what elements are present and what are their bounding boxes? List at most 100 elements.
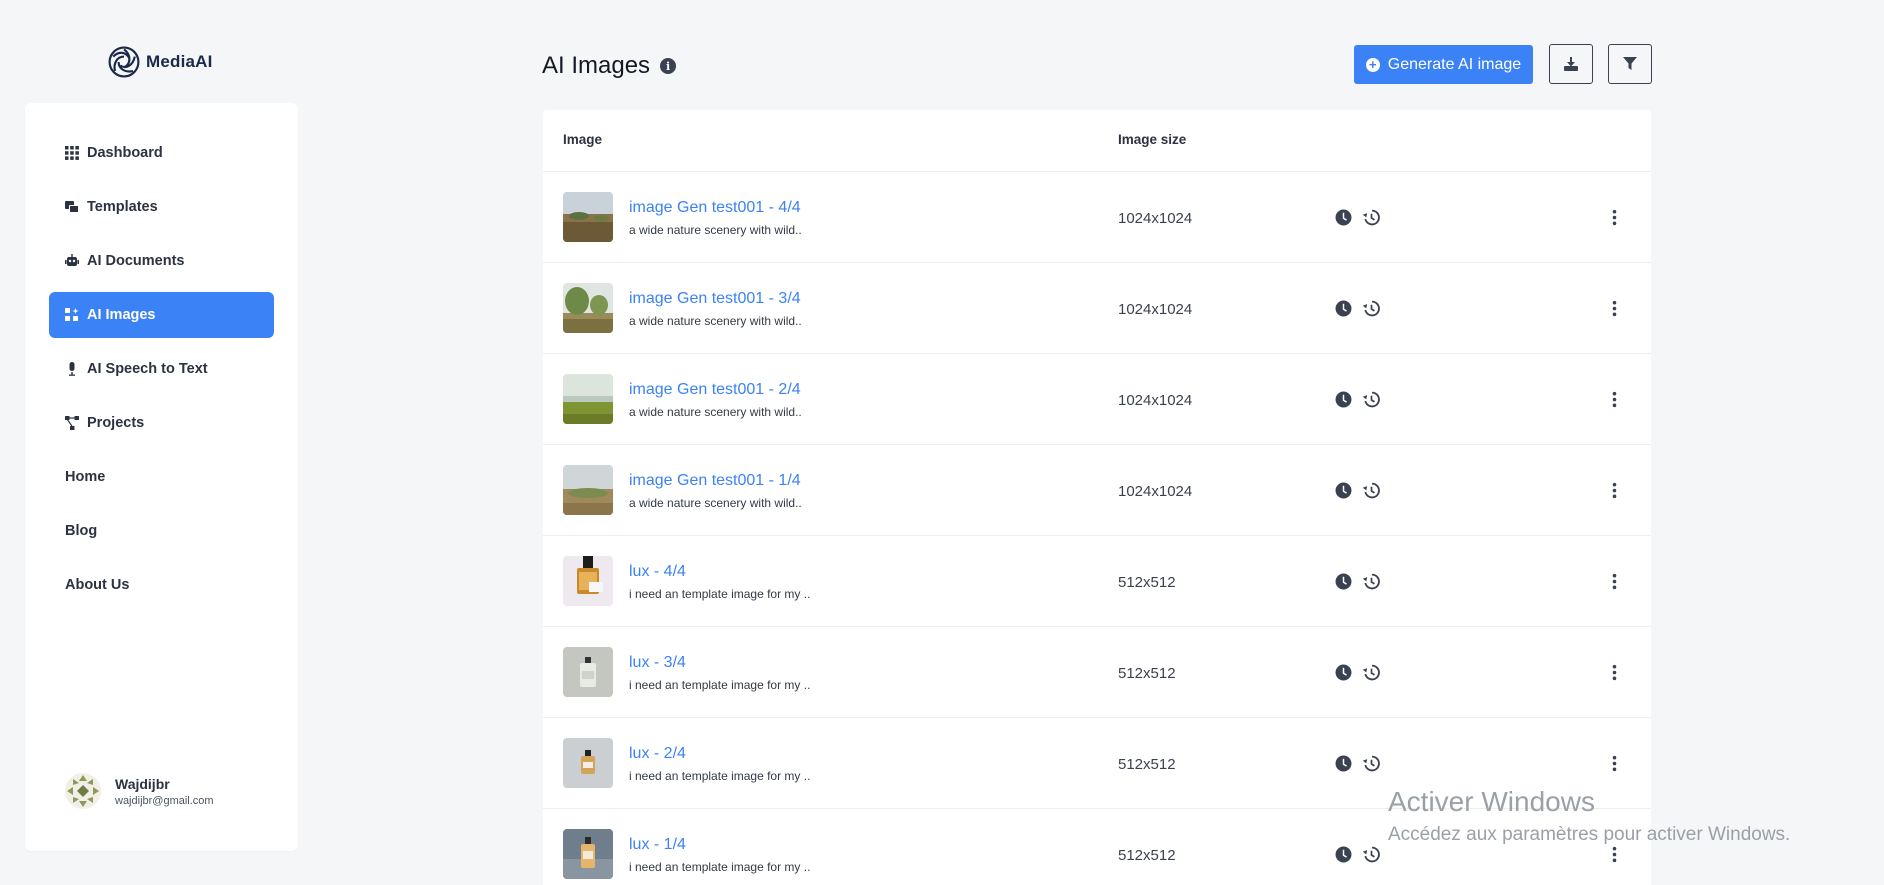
table-row[interactable]: image Gen test001 - 2/4 a wide nature sce… — [543, 354, 1651, 445]
clock-icon[interactable] — [1335, 300, 1352, 317]
more-options-icon[interactable] — [1606, 300, 1623, 317]
sidebar-item-label: Dashboard — [87, 145, 163, 161]
table-row[interactable]: image Gen test001 - 1/4 a wide nature sce… — [543, 445, 1651, 536]
page-title-text: AI Images — [542, 52, 651, 79]
history-icon[interactable] — [1362, 755, 1380, 772]
history-icon[interactable] — [1362, 846, 1380, 863]
plus-circle-icon: + — [1365, 57, 1380, 72]
sidebar-item-label: Blog — [65, 523, 98, 539]
clock-icon[interactable] — [1335, 573, 1352, 590]
sidebar-item-label: Projects — [87, 415, 145, 431]
image-title-link[interactable]: lux - 3/4 — [629, 654, 686, 672]
info-icon[interactable]: i — [660, 58, 677, 74]
image-thumbnail[interactable] — [563, 556, 613, 606]
user-email: wajdijbr@gmail.com — [115, 794, 214, 807]
history-icon[interactable] — [1362, 300, 1380, 317]
microphone-icon — [65, 362, 79, 376]
more-options-icon[interactable] — [1606, 755, 1623, 772]
sidebar-item-label: About Us — [65, 577, 130, 593]
history-icon[interactable] — [1362, 391, 1380, 408]
table-row[interactable]: image Gen test001 - 3/4 a wide nature sce… — [543, 263, 1651, 354]
image-thumbnail[interactable] — [563, 283, 613, 333]
image-thumbnail[interactable] — [563, 192, 613, 242]
image-title-link[interactable]: lux - 1/4 — [629, 836, 686, 854]
sidebar-item-templates[interactable]: Templates — [49, 184, 274, 230]
sidebar-item-ai-images[interactable]: AI Images — [49, 292, 274, 338]
table-row[interactable]: lux - 1/4 i need an template image for my… — [543, 809, 1651, 885]
more-options-icon[interactable] — [1606, 209, 1623, 226]
windows-activation-title: Activer Windows — [1388, 786, 1595, 817]
user-name: Wajdijbr — [115, 775, 170, 792]
windows-activation-subtitle: Accédez aux paramètres pour activer Wind… — [1388, 824, 1791, 845]
image-size: 1024x1024 — [1118, 483, 1193, 500]
sidebar-nav: Dashboard Templates AI Documents AI Imag… — [49, 130, 274, 616]
more-options-icon[interactable] — [1606, 391, 1623, 408]
logo-text: MediaAI — [146, 52, 213, 71]
table-row[interactable]: image Gen test001 - 4/4 a wide nature sce… — [543, 172, 1651, 263]
image-size: 1024x1024 — [1118, 210, 1193, 227]
user-profile[interactable]: Wajdijbr wajdijbr@gmail.com — [65, 773, 214, 809]
grid-icon — [65, 146, 79, 160]
clock-icon[interactable] — [1335, 391, 1352, 408]
sidebar-item-label: AI Speech to Text — [87, 361, 208, 377]
projects-icon — [65, 416, 79, 430]
image-thumbnail[interactable] — [563, 465, 613, 515]
more-options-icon[interactable] — [1606, 482, 1623, 499]
clock-icon[interactable] — [1335, 664, 1352, 681]
more-options-icon[interactable] — [1606, 846, 1623, 863]
history-icon[interactable] — [1362, 482, 1380, 499]
sidebar-item-projects[interactable]: Projects — [49, 400, 274, 446]
image-title-link[interactable]: image Gen test001 - 1/4 — [629, 472, 801, 490]
image-size: 512x512 — [1118, 574, 1176, 591]
column-header-image-size: Image size — [1118, 132, 1187, 147]
sidebar-item-ai-speech-to-text[interactable]: AI Speech to Text — [49, 346, 274, 392]
image-thumbnail[interactable] — [563, 647, 613, 697]
more-options-icon[interactable] — [1606, 664, 1623, 681]
image-title-link[interactable]: image Gen test001 - 2/4 — [629, 381, 801, 399]
image-thumbnail[interactable] — [563, 374, 613, 424]
filter-icon — [1623, 57, 1637, 70]
download-button[interactable] — [1549, 44, 1593, 84]
sidebar-item-label: AI Documents — [87, 253, 185, 269]
table-body: image Gen test001 - 4/4 a wide nature sce… — [543, 172, 1651, 885]
history-icon[interactable] — [1362, 664, 1380, 681]
image-thumbnail[interactable] — [563, 738, 613, 788]
more-options-icon[interactable] — [1606, 573, 1623, 590]
sidebar-item-dashboard[interactable]: Dashboard — [49, 130, 274, 176]
templates-icon — [65, 200, 79, 214]
image-description: i need an template image for my .. — [629, 587, 811, 601]
image-thumbnail[interactable] — [563, 829, 613, 879]
image-title-link[interactable]: lux - 4/4 — [629, 563, 686, 581]
image-title-link[interactable]: lux - 2/4 — [629, 745, 686, 763]
app-logo[interactable]: MediaAI — [106, 44, 213, 80]
clock-icon[interactable] — [1335, 755, 1352, 772]
sidebar-item-home[interactable]: Home — [49, 454, 274, 500]
robot-icon — [65, 254, 79, 268]
clock-icon[interactable] — [1335, 846, 1352, 863]
filter-button[interactable] — [1608, 44, 1652, 84]
page-title: AI Images i — [542, 52, 677, 80]
image-description: i need an template image for my .. — [629, 860, 811, 874]
image-description: i need an template image for my .. — [629, 678, 811, 692]
table-header: Image Image size — [543, 110, 1651, 172]
history-icon[interactable] — [1362, 573, 1380, 590]
clock-icon[interactable] — [1335, 209, 1352, 226]
sidebar-item-about-us[interactable]: About Us — [49, 562, 274, 608]
images-icon — [65, 308, 79, 322]
table-row[interactable]: lux - 3/4 i need an template image for my… — [543, 627, 1651, 718]
image-size: 1024x1024 — [1118, 392, 1193, 409]
image-title-link[interactable]: image Gen test001 - 4/4 — [629, 199, 801, 217]
generate-ai-image-button[interactable]: + Generate AI image — [1354, 45, 1533, 84]
image-title-link[interactable]: image Gen test001 - 3/4 — [629, 290, 801, 308]
history-icon[interactable] — [1362, 209, 1380, 226]
sidebar-item-blog[interactable]: Blog — [49, 508, 274, 554]
download-icon — [1564, 57, 1578, 71]
avatar — [65, 773, 101, 809]
image-size: 1024x1024 — [1118, 301, 1193, 318]
table-row[interactable]: lux - 4/4 i need an template image for my… — [543, 536, 1651, 627]
user-info: Wajdijbr wajdijbr@gmail.com — [115, 776, 214, 807]
sidebar-item-ai-documents[interactable]: AI Documents — [49, 238, 274, 284]
image-description: a wide nature scenery with wild.. — [629, 496, 802, 510]
clock-icon[interactable] — [1335, 482, 1352, 499]
images-table: Image Image size image Gen test001 - 4/4… — [543, 110, 1651, 885]
